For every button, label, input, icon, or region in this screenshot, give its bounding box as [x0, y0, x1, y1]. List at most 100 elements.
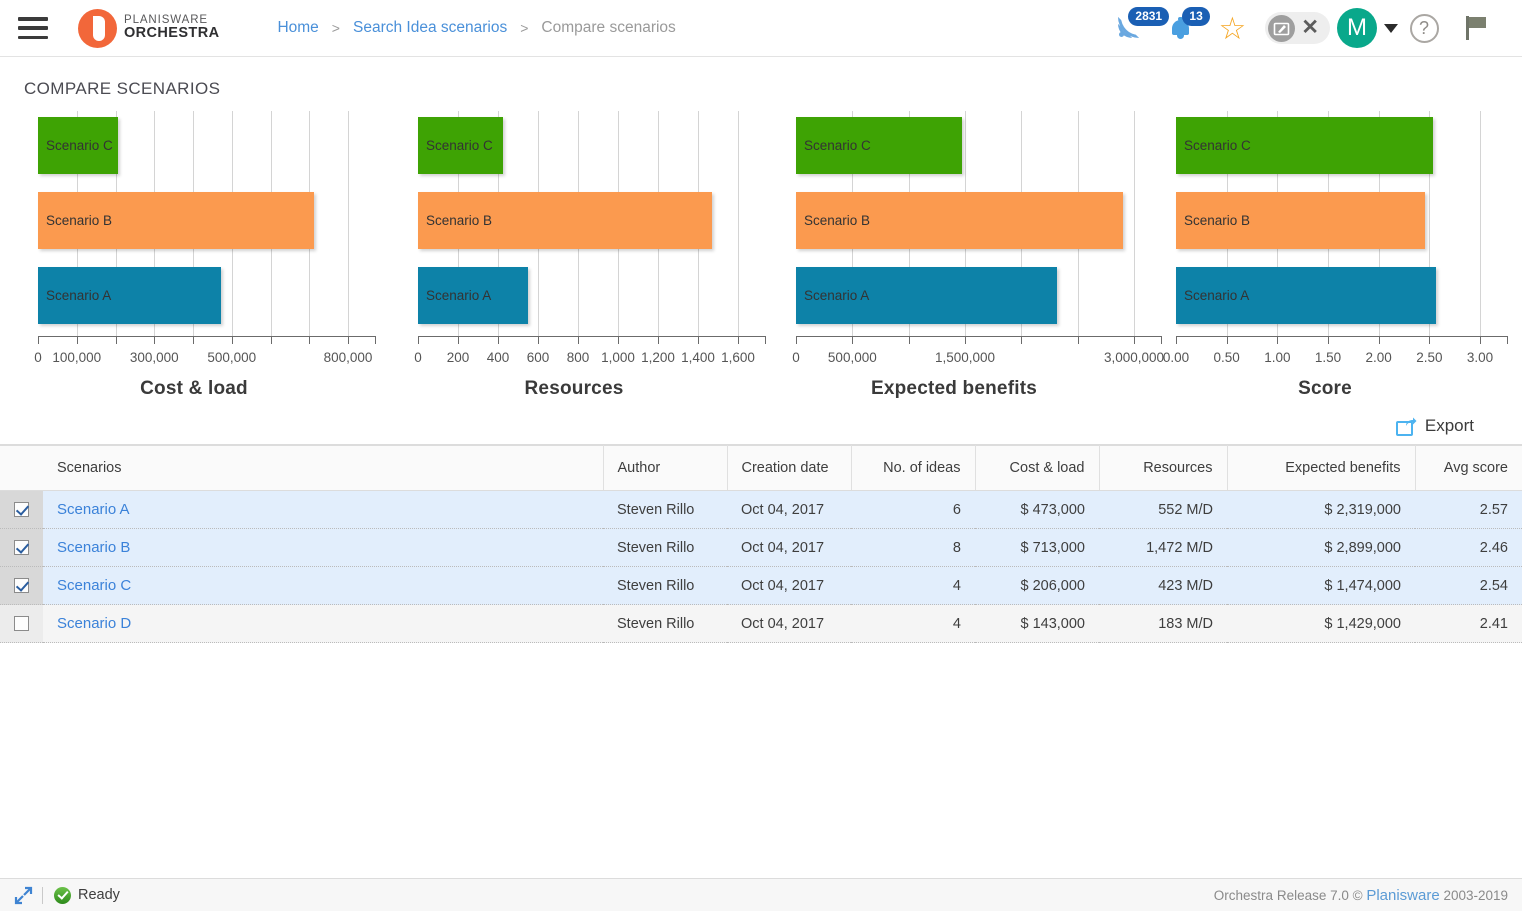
page-title: COMPARE SCENARIOS [24, 79, 221, 98]
chart-bar[interactable]: Scenario B [38, 192, 315, 249]
chart-axis-tick [578, 336, 579, 344]
row-select-cell[interactable] [0, 490, 43, 529]
chart-bar[interactable]: Scenario B [418, 192, 713, 249]
favorite-star-icon: ☆ [1218, 10, 1247, 46]
scenario-link[interactable]: Scenario B [57, 539, 130, 556]
chart-axis-tick-label: 500,000 [827, 350, 877, 365]
chart-x-axis [38, 336, 376, 348]
column-header-expected-benefits[interactable]: Expected benefits [1227, 445, 1416, 491]
chart-axis-tick [1277, 336, 1279, 344]
expand-icon[interactable] [14, 886, 33, 905]
chart-bar-label: Scenario A [426, 288, 492, 303]
screenshot-icon[interactable] [1268, 14, 1296, 42]
row-select-cell[interactable] [0, 566, 43, 605]
chart-axis-tick-label: 2.00 [1365, 350, 1392, 365]
chart-bar[interactable]: Scenario C [38, 117, 118, 174]
breadcrumb-item-search-idea-scenarios[interactable]: Search Idea scenarios [353, 19, 507, 37]
chart-bar-label: Scenario B [426, 213, 493, 228]
cell-scenario: Scenario A [43, 490, 603, 529]
chart-bar[interactable]: Scenario A [1176, 267, 1437, 324]
chart-bar[interactable]: Scenario A [418, 267, 529, 324]
chart-gridline [1134, 111, 1135, 336]
row-select-cell[interactable] [0, 604, 43, 643]
status-divider [42, 886, 43, 904]
chart-axis-tick-label: 1,200 [641, 350, 675, 365]
screenshot-toolbar[interactable]: ✕ [1265, 12, 1330, 44]
chart-axis-tick [231, 336, 233, 344]
rss-feed-button[interactable]: 2831 [1102, 5, 1170, 51]
chart-bar-row: Scenario B [1176, 192, 1480, 249]
ready-check-icon [54, 886, 71, 904]
chart-axis-tick [270, 336, 272, 344]
column-header-resources[interactable]: Resources [1099, 445, 1228, 491]
chart-bar[interactable]: Scenario B [1176, 192, 1426, 249]
cell-creation-date: Oct 04, 2017 [727, 528, 851, 567]
cell-scenario: Scenario C [43, 566, 603, 605]
notifications-button[interactable]: 13 [1154, 5, 1210, 51]
chart-axis-tick-label: 800 [566, 350, 590, 365]
column-header-avg-score[interactable]: Avg score [1415, 445, 1522, 491]
chart-bar[interactable]: Scenario C [1176, 117, 1434, 174]
row-checkbox[interactable] [14, 540, 29, 556]
chart-bar[interactable]: Scenario A [796, 267, 1058, 324]
column-header-creation-date[interactable]: Creation date [727, 445, 852, 491]
table-row[interactable]: Scenario C Steven Rillo Oct 04, 2017 4 $ 206… [0, 566, 1522, 605]
chart-x-axis [796, 336, 1162, 348]
brand-logo[interactable]: PLANISWARE ORCHESTRA [78, 8, 220, 48]
chart-title: Cost & load [140, 378, 248, 399]
chart-bar[interactable]: Scenario C [418, 117, 503, 174]
chart-bar[interactable]: Scenario B [796, 192, 1123, 249]
user-menu[interactable]: M [1337, 5, 1398, 51]
table-row[interactable]: Scenario A Steven Rillo Oct 04, 2017 6 $ 473… [0, 490, 1522, 529]
chart-axis-tick-label: 0 [792, 350, 800, 365]
chart-axis-tick-label: 600 [526, 350, 550, 365]
chart-axis-tick-label: 200 [446, 350, 470, 365]
cell-expected-benefits: $ 2,899,000 [1227, 528, 1415, 567]
chart-axis-tick [796, 336, 797, 344]
chart-bar[interactable]: Scenario C [796, 117, 963, 174]
breadcrumb-item-home[interactable]: Home [277, 19, 318, 37]
select-column-header [0, 445, 43, 491]
row-checkbox[interactable] [14, 502, 29, 518]
row-select-cell[interactable] [0, 528, 43, 567]
chart-axis-tick-label: 1,000 [601, 350, 635, 365]
cell-avg-score: 2.57 [1415, 490, 1522, 529]
row-checkbox[interactable] [14, 578, 29, 594]
cell-expected-benefits: $ 1,474,000 [1227, 566, 1415, 605]
chart-axis-tick-label: 500,000 [207, 350, 257, 365]
favorites-button[interactable]: ☆ [1206, 5, 1258, 51]
column-header-no-of-ideas[interactable]: No. of ideas [851, 445, 976, 491]
chart-bar[interactable]: Scenario A [38, 267, 222, 324]
table-row[interactable]: Scenario D Steven Rillo Oct 04, 2017 4 $ 143… [0, 604, 1522, 643]
close-icon[interactable]: ✕ [1299, 17, 1321, 40]
help-button[interactable]: ? [1398, 5, 1450, 51]
cell-no-of-ideas: 4 [851, 566, 975, 605]
hamburger-menu-icon[interactable] [18, 17, 48, 39]
chart-axis-tick-label: 0 [414, 350, 422, 365]
scenario-link[interactable]: Scenario A [57, 501, 130, 518]
cell-no-of-ideas: 4 [851, 604, 975, 643]
chevron-down-icon[interactable] [1384, 23, 1398, 33]
scenario-link[interactable]: Scenario D [57, 615, 131, 632]
copyright-suffix: 2003-2019 [1439, 887, 1508, 903]
cell-cost-load: $ 143,000 [975, 604, 1099, 643]
row-checkbox[interactable] [14, 616, 29, 632]
column-header-author[interactable]: Author [603, 445, 728, 491]
copyright-brand: Planisware [1366, 886, 1440, 904]
column-header-cost-load[interactable]: Cost & load [975, 445, 1100, 491]
status-bar: Ready Orchestra Release 7.0 © Planisware… [0, 878, 1522, 911]
chart-plot-area: Scenario C Scenario B Scenario A [796, 111, 1135, 336]
chart-axis-tick [498, 336, 499, 344]
cell-creation-date: Oct 04, 2017 [727, 566, 851, 605]
table-row[interactable]: Scenario B Steven Rillo Oct 04, 2017 8 $ 713… [0, 528, 1522, 567]
flag-button[interactable] [1450, 5, 1502, 51]
brand-name-line2: ORCHESTRA [124, 25, 220, 42]
scenario-link[interactable]: Scenario C [57, 577, 131, 594]
chart-bar-label: Scenario C [1184, 138, 1251, 153]
flag-icon [1466, 16, 1486, 40]
chart-bar-label: Scenario B [1184, 213, 1251, 228]
export-button[interactable]: Export [1395, 416, 1474, 436]
column-header-scenarios[interactable]: Scenarios [43, 445, 604, 491]
chart-expected-benefits: Scenario C Scenario B Scenario A 0 500,000 1,… [764, 111, 1164, 400]
export-icon [1395, 417, 1417, 436]
